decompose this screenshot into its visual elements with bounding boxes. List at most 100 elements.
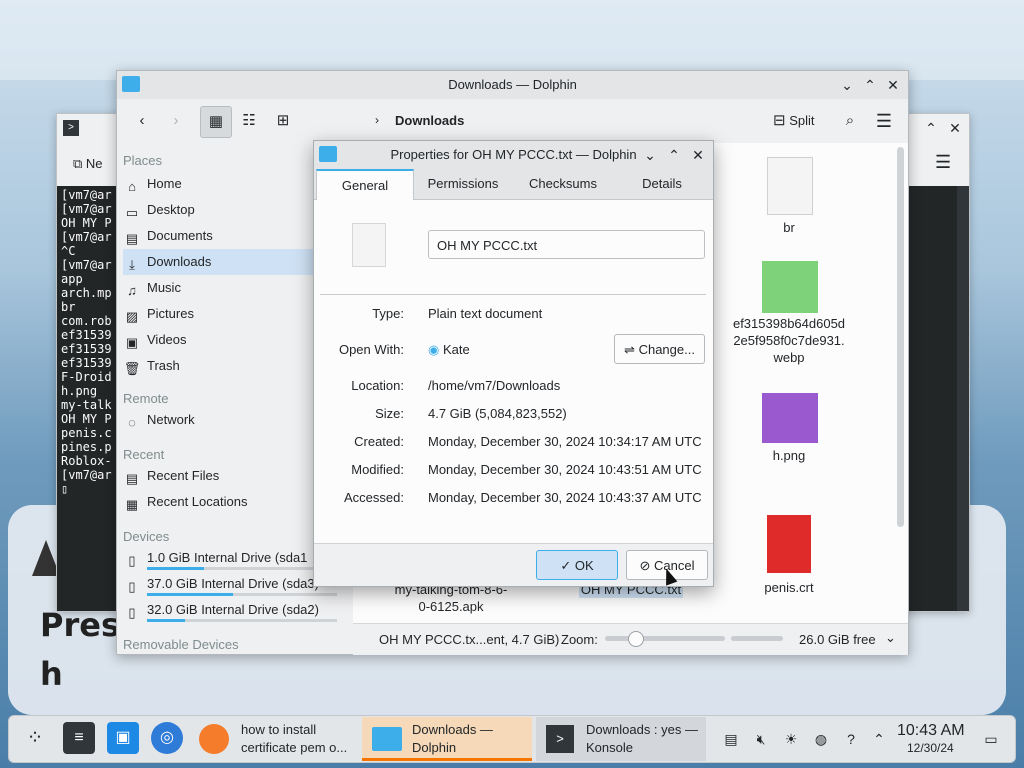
clock-date[interactable]: 12/30/24 <box>907 741 954 755</box>
terminal-scrollbar[interactable] <box>957 186 969 611</box>
maximize-chevron-icon[interactable]: ⌃ <box>664 145 684 165</box>
text-file-icon[interactable] <box>352 223 386 267</box>
zoom-slider[interactable] <box>605 631 725 647</box>
sidebar-item-label: 32.0 GiB Internal Drive (sda2) <box>147 602 319 617</box>
dolphin-titlebar[interactable]: Downloads — Dolphin ⌄ ⌃ ✕ <box>117 71 908 100</box>
task-title-line2: Dolphin <box>412 740 457 755</box>
clock-time[interactable]: 10:43 AM <box>897 722 965 740</box>
change-button[interactable]: ⇌ Change... <box>614 334 705 364</box>
task-firefox[interactable]: how to install certificate pem o... <box>187 717 357 761</box>
help-icon[interactable]: ? <box>841 729 861 749</box>
sidebar-item-network[interactable]: ◌ Network <box>123 407 345 433</box>
close-icon[interactable]: ✕ <box>688 145 708 165</box>
drive-usage-bar <box>147 619 337 622</box>
maximize-chevron-icon[interactable]: ⌃ <box>860 75 880 95</box>
new-tab-button[interactable]: ⧉ Ne <box>73 156 103 172</box>
breadcrumb[interactable]: Downloads <box>395 113 464 128</box>
open-with-label: Open With: <box>338 342 404 357</box>
file-label[interactable]: penis.crt <box>729 579 849 596</box>
hamburger-menu-icon[interactable]: ☰ <box>935 152 951 173</box>
created-value: Monday, December 30, 2024 10:34:17 AM UT… <box>428 434 702 449</box>
sidebar-item-downloads[interactable]: ⤓ Downloads <box>123 249 345 275</box>
sidebar-item-pictures[interactable]: ▨ Pictures <box>123 301 345 327</box>
details-view-icon[interactable]: ⊞ <box>268 106 298 136</box>
chevron-down-icon[interactable]: ⌄ <box>885 630 896 646</box>
forward-arrow-icon[interactable]: › <box>161 106 191 136</box>
hamburger-menu-icon[interactable]: ☰ <box>869 106 899 136</box>
videos-icon: ▣ <box>125 335 139 350</box>
file-label[interactable]: h.png <box>729 447 849 464</box>
remote-header: Remote <box>123 391 169 406</box>
free-space-label[interactable]: 26.0 GiB free <box>799 632 876 647</box>
drive-usage-bar <box>147 567 337 570</box>
filename-input[interactable]: OH MY PCCC.txt <box>428 230 705 259</box>
accessed-label: Accessed: <box>344 490 404 505</box>
zoom-slider-handle[interactable] <box>628 631 644 647</box>
minimize-chevron-icon[interactable]: ⌄ <box>640 145 660 165</box>
terminal-line: [vm7@ar <box>61 258 112 272</box>
tab-checksums[interactable]: Checksums <box>514 169 612 199</box>
minimize-chevron-icon[interactable]: ⌄ <box>837 75 857 95</box>
back-arrow-icon[interactable]: ‹ <box>127 106 157 136</box>
sidebar-item-recent-locations[interactable]: ▦ Recent Locations <box>123 489 345 515</box>
compact-view-icon[interactable]: ☷ <box>234 106 264 136</box>
sidebar-item-recent-files[interactable]: ▤ Recent Files <box>123 463 345 489</box>
show-desktop-icon[interactable]: ▭ <box>981 729 1001 749</box>
network-icon: ◌ <box>128 415 136 430</box>
close-icon[interactable]: ✕ <box>945 118 965 138</box>
task-konsole[interactable]: > Downloads : yes — Konsole <box>536 717 706 761</box>
close-icon[interactable]: ✕ <box>883 75 903 95</box>
network-icon[interactable]: ◍ <box>811 729 831 749</box>
sidebar-item-videos[interactable]: ▣ Videos <box>123 327 345 353</box>
sidebar-item-label: Videos <box>147 332 187 347</box>
app-launcher-icon[interactable]: ⁘ <box>19 722 51 754</box>
ok-button[interactable]: ✓ OK <box>536 550 618 580</box>
properties-dialog[interactable]: Properties for OH MY PCCC.txt — Dolphin … <box>313 140 714 587</box>
terminal-line: [vm7@ar <box>61 202 112 216</box>
chromium-icon[interactable]: ◎ <box>151 722 183 754</box>
sidebar-item-home[interactable]: ⌂ Home <box>123 171 345 197</box>
tab-details[interactable]: Details <box>614 169 710 199</box>
desktop-icon: ▭ <box>125 205 139 220</box>
sidebar-item-documents[interactable]: ▤ Documents <box>123 223 345 249</box>
tab-permissions[interactable]: Permissions <box>414 169 512 199</box>
sidebar-item-desktop[interactable]: ▭ Desktop <box>123 197 345 223</box>
text-file-icon[interactable] <box>767 157 813 215</box>
terminal-line: h.png <box>61 384 98 398</box>
free-space-bar <box>731 636 783 641</box>
file-label[interactable]: 0-6125.apk <box>381 598 521 615</box>
clipboard-icon[interactable]: ▤ <box>721 729 741 749</box>
file-label[interactable]: webp <box>719 349 859 366</box>
terminal-line: [vm7@ar <box>61 188 112 202</box>
task-dolphin[interactable]: Downloads — Dolphin <box>362 717 532 761</box>
tab-general[interactable]: General <box>316 169 414 200</box>
system-settings-icon[interactable]: ≡ <box>63 722 95 754</box>
terminal-line: ^C <box>61 244 76 258</box>
chevron-up-icon[interactable]: ⌃ <box>869 729 889 749</box>
terminal-line: arch.mp <box>61 286 112 300</box>
file-label[interactable]: br <box>729 219 849 236</box>
window-title: Downloads — Dolphin <box>448 77 577 92</box>
sidebar-item-music[interactable]: ♫ Music <box>123 275 345 301</box>
pictures-icon: ▨ <box>125 309 139 324</box>
file-label[interactable]: ef315398b64d605d <box>719 315 859 332</box>
sidebar-item-trash[interactable]: 🗑︎ Trash <box>123 353 345 379</box>
icons-view-icon[interactable]: ▦ <box>200 106 232 138</box>
search-icon[interactable]: ⌕ <box>835 106 865 136</box>
brightness-icon[interactable]: ☀ <box>781 729 801 749</box>
dialog-titlebar[interactable]: Properties for OH MY PCCC.txt — Dolphin … <box>314 141 713 170</box>
image-file-icon[interactable] <box>762 393 818 443</box>
image-file-icon[interactable] <box>762 261 818 313</box>
sidebar-item-label: Home <box>147 176 182 191</box>
terminal-line: app <box>61 272 83 286</box>
file-label[interactable]: 2e5f958f0c7de931. <box>719 332 859 349</box>
discover-store-icon[interactable]: ▣ <box>107 722 139 754</box>
volume-muted-icon[interactable]: 🔇︎ <box>751 729 771 749</box>
certificate-file-icon[interactable] <box>767 515 811 573</box>
vertical-scrollbar[interactable] <box>897 147 904 527</box>
split-button[interactable]: ⊟ Split <box>773 106 815 136</box>
terminal-line: [vm7@ar <box>61 230 112 244</box>
background-text-2: h <box>40 655 63 693</box>
chevron-up-icon[interactable]: ⌃ <box>921 118 941 138</box>
recent-locations-icon: ▦ <box>125 497 139 512</box>
